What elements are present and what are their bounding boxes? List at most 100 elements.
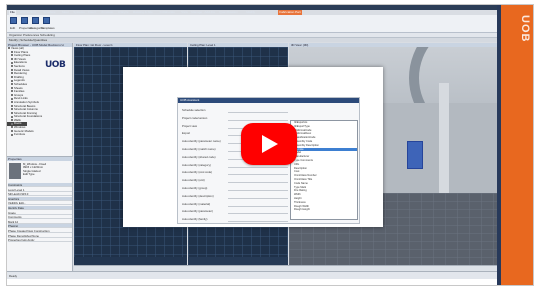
expand-toggle-icon[interactable] bbox=[11, 97, 13, 100]
templates-ribbon-button[interactable] bbox=[43, 17, 50, 24]
play-icon bbox=[262, 135, 278, 153]
expand-toggle-icon[interactable] bbox=[11, 115, 13, 118]
dialog-row-field[interactable] bbox=[228, 197, 288, 199]
expand-toggle-icon[interactable] bbox=[11, 83, 13, 86]
property-category: Graphics bbox=[8, 196, 72, 201]
tree-item-label: Furniture bbox=[14, 133, 26, 137]
dialog-row-label: Auto-identify (unit) bbox=[182, 178, 205, 183]
dialog-row-field[interactable] bbox=[228, 205, 288, 207]
property-row[interactable]: Phase Created New Construction bbox=[8, 229, 72, 233]
expand-toggle-icon[interactable] bbox=[11, 122, 13, 125]
expand-toggle-icon[interactable] bbox=[11, 129, 13, 132]
property-category: Constraints bbox=[8, 183, 72, 187]
dialog-row-field[interactable] bbox=[228, 119, 288, 121]
dropdown-option[interactable]: Rough Height bbox=[291, 208, 357, 212]
expand-toggle-icon[interactable] bbox=[11, 101, 13, 104]
tree-item-label: Elevations bbox=[14, 61, 27, 65]
parameter-dropdown-list[interactable]: IfcExportAs IfcExportType UniformatCode Uni… bbox=[290, 120, 358, 220]
expand-toggle-icon[interactable] bbox=[11, 76, 13, 79]
property-row[interactable]: Mark 12 bbox=[8, 220, 72, 224]
dialog-row-label: Schedule selection bbox=[182, 108, 206, 112]
tree-item-label: Ceiling Plans bbox=[14, 54, 31, 58]
expand-toggle-icon[interactable] bbox=[11, 90, 13, 93]
tree-item-label: Legends bbox=[14, 79, 25, 83]
tree-item-label: Schedules bbox=[14, 82, 28, 86]
video-frame[interactable]: File Architecture Structure Steel Systems Ins… bbox=[6, 4, 534, 286]
ribbon: Edit Properties Categories Templates bbox=[7, 15, 497, 33]
dialog-row-label: Auto-identify (parameter name) bbox=[182, 139, 221, 144]
brand-sidebar: UOB bbox=[497, 5, 533, 285]
dialog-row-label: Auto-identify (shared code) bbox=[182, 154, 216, 159]
expand-toggle-icon[interactable] bbox=[11, 58, 13, 61]
tree-item-label: Groups bbox=[14, 93, 24, 97]
tree-item-label: Revit Links bbox=[14, 97, 28, 101]
expand-toggle-icon[interactable] bbox=[11, 72, 13, 75]
type-line: Edit Type bbox=[23, 172, 35, 177]
property-row[interactable]: Comments bbox=[8, 215, 72, 220]
property-row[interactable]: Visibility Edit... bbox=[8, 201, 72, 206]
properties-title: Properties bbox=[7, 157, 73, 161]
dialog-row-field[interactable] bbox=[228, 213, 288, 214]
expand-toggle-icon[interactable] bbox=[11, 68, 13, 71]
expand-toggle-icon[interactable] bbox=[8, 47, 10, 50]
tree-item-label: Floor Plans bbox=[14, 50, 29, 54]
properties-ribbon-button[interactable] bbox=[21, 17, 28, 24]
tree-item-label: Rendering bbox=[14, 72, 27, 76]
properties-panel: Properties M_Window - Fixed 0915 x 1220mm… bbox=[7, 156, 73, 271]
context-bar: Modify | Schedule/Quantities bbox=[7, 38, 497, 42]
tree-item-label: Doors bbox=[14, 122, 22, 126]
dialog-row-field[interactable] bbox=[228, 221, 288, 222]
dialog-row-field[interactable] bbox=[228, 182, 288, 183]
dialog-row-label: Auto-identify (family) bbox=[182, 217, 208, 222]
play-button[interactable] bbox=[241, 123, 297, 165]
column bbox=[439, 83, 449, 203]
tree-item-label: Detail Views bbox=[14, 68, 30, 72]
property-row[interactable]: Phase Demolished None bbox=[8, 234, 72, 238]
expand-toggle-icon[interactable] bbox=[11, 119, 13, 122]
tree-item-label: 3D Views bbox=[14, 57, 26, 61]
tree-item-label: Families bbox=[14, 90, 25, 94]
dialog-row-field[interactable] bbox=[228, 166, 288, 168]
edit-ribbon-button[interactable] bbox=[10, 17, 17, 24]
dialog-row-field[interactable] bbox=[228, 174, 288, 175]
expand-toggle-icon[interactable] bbox=[11, 126, 13, 129]
type-selector[interactable]: M_Window - Fixed 0915 x 1220mm Single Glaz… bbox=[23, 162, 46, 177]
tree-item-label: Sheets bbox=[14, 86, 23, 90]
dialog-row-field[interactable] bbox=[228, 112, 288, 113]
dialog-row-label: Auto-identify (group) bbox=[182, 186, 208, 190]
property-row[interactable]: Properties help Apply bbox=[8, 238, 72, 243]
selected-element bbox=[407, 141, 423, 169]
categories-ribbon-button[interactable] bbox=[32, 17, 39, 24]
expand-toggle-icon[interactable] bbox=[11, 86, 13, 89]
expand-toggle-icon[interactable] bbox=[11, 108, 13, 111]
tree-item-label: Walls bbox=[14, 118, 21, 122]
ribbon-label: Edit bbox=[10, 26, 16, 30]
expand-toggle-icon[interactable] bbox=[11, 54, 13, 57]
expand-toggle-icon[interactable] bbox=[11, 65, 13, 68]
tree-item-label: Sections bbox=[14, 64, 25, 68]
property-row[interactable]: Level Level 1 bbox=[8, 188, 72, 192]
tree-item[interactable]: Furniture bbox=[7, 133, 73, 137]
ribbon-label: Templates bbox=[41, 26, 55, 30]
expand-toggle-icon[interactable] bbox=[11, 111, 13, 114]
expand-toggle-icon[interactable] bbox=[11, 104, 13, 107]
expand-toggle-icon[interactable] bbox=[11, 50, 13, 53]
dialog-row-field[interactable] bbox=[228, 190, 288, 191]
uob-logo-text: UOB bbox=[45, 60, 66, 70]
dialog-row-label: Auto-identify (match name) bbox=[182, 147, 216, 151]
dialog-row-label: Auto-identify (category) bbox=[182, 162, 211, 167]
tree-item-label: Windows bbox=[14, 126, 26, 130]
expand-toggle-icon[interactable] bbox=[11, 93, 13, 96]
dialog-row-label: Project code/version bbox=[182, 115, 208, 120]
expand-toggle-icon[interactable] bbox=[11, 79, 13, 82]
status-bar: Ready bbox=[7, 271, 497, 279]
expand-toggle-icon[interactable] bbox=[11, 133, 13, 136]
dialog-row-label: Auto-identify (cost code) bbox=[182, 170, 213, 175]
expand-toggle-icon[interactable] bbox=[11, 61, 13, 64]
tree-item-label: Structural Foundations bbox=[14, 115, 43, 119]
tree-item-label: Structural Columns bbox=[14, 108, 38, 112]
property-row[interactable]: Image bbox=[8, 211, 72, 215]
property-row[interactable]: Sill Height 915.0 bbox=[8, 192, 72, 197]
property-category: Identity Data bbox=[8, 206, 72, 210]
view-title: 3D View: {3D} bbox=[289, 43, 497, 47]
